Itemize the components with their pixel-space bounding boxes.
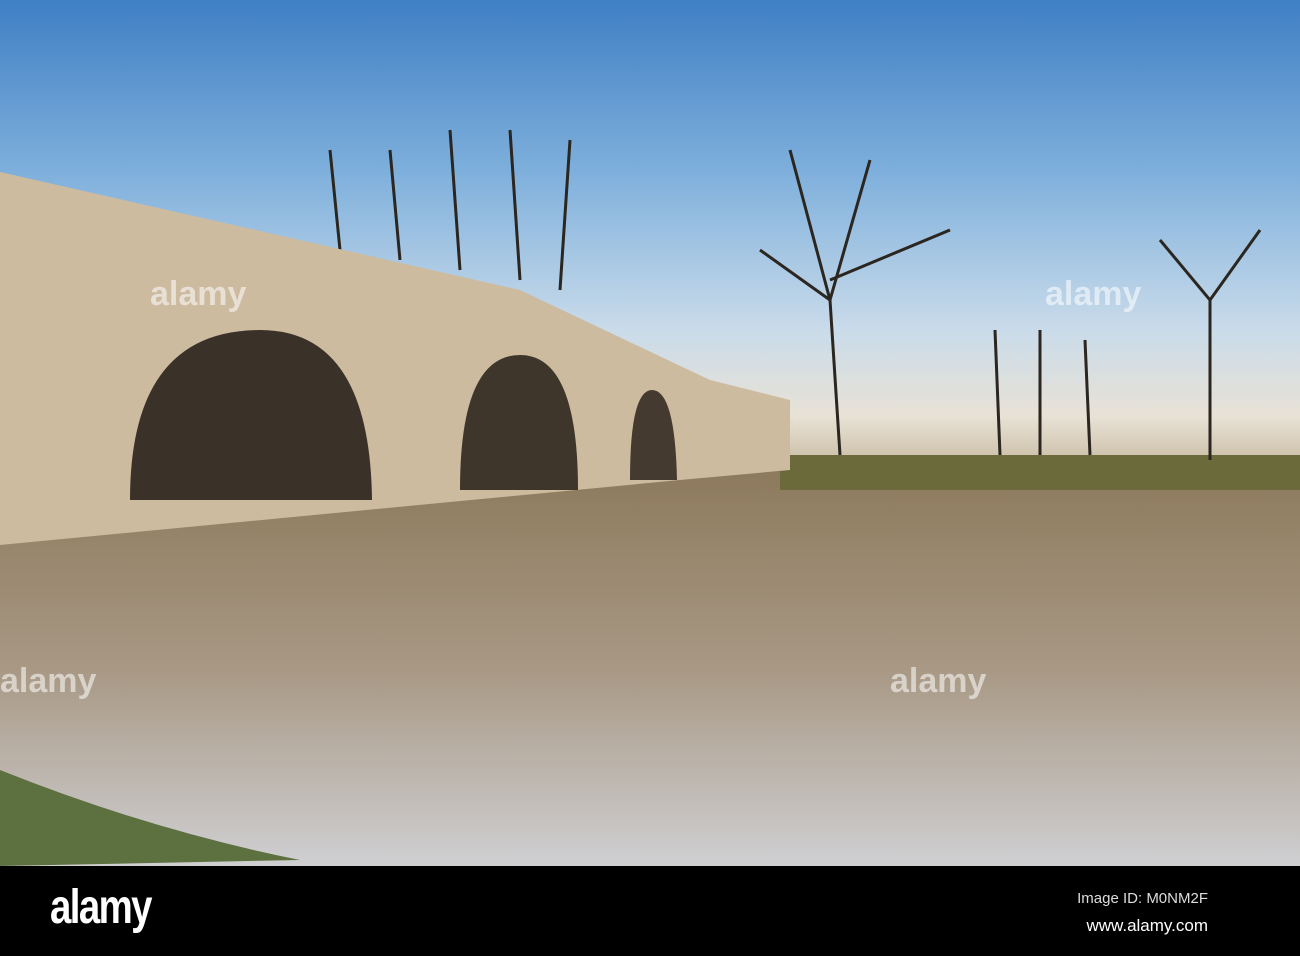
watermark: alamy: [0, 662, 97, 700]
watermark: alamy: [890, 662, 987, 700]
photo: alamy alamy alamy alamy: [0, 0, 1300, 866]
watermark: alamy: [150, 275, 247, 313]
site-url[interactable]: www.alamy.com: [1086, 916, 1208, 936]
image-id: Image ID: M0NM2F: [1077, 890, 1208, 907]
watermark: alamy: [1045, 275, 1142, 313]
bridge-scene: [0, 129, 1300, 866]
alamy-logo[interactable]: alamy: [50, 880, 152, 935]
footer: alamy Image ID: M0NM2F www.alamy.com: [0, 866, 1300, 956]
